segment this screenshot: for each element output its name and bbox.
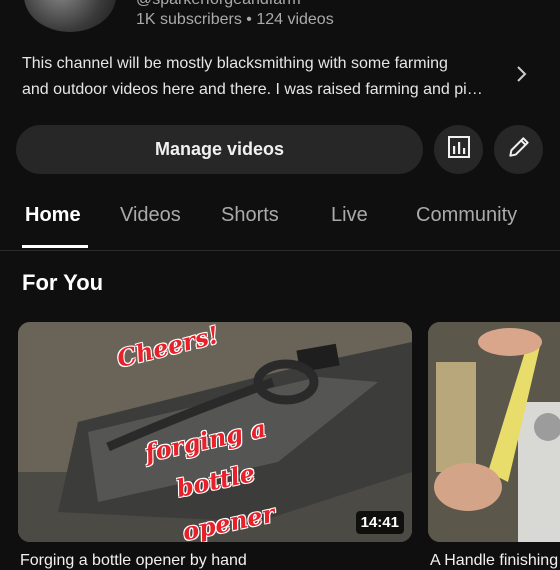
active-tab-indicator xyxy=(22,245,88,248)
description-line-1: This channel will be mostly blacksmithin… xyxy=(22,55,448,72)
tab-home[interactable]: Home xyxy=(25,204,81,227)
chevron-right-icon[interactable] xyxy=(512,62,532,86)
manage-videos-button[interactable]: Manage videos xyxy=(16,125,423,174)
tab-live[interactable]: Live xyxy=(331,204,368,227)
channel-stats: 1K subscribers • 124 videos xyxy=(136,11,334,28)
tab-videos[interactable]: Videos xyxy=(120,204,181,227)
video-thumbnail[interactable]: Cheers! forging a bottle opener 14:41 xyxy=(18,322,412,542)
thumbnail-image xyxy=(428,322,560,542)
video-title[interactable]: A Handle finishing xyxy=(430,552,558,570)
video-thumbnail[interactable] xyxy=(428,322,560,542)
section-title: For You xyxy=(22,270,104,295)
pencil-icon xyxy=(506,134,532,165)
video-title[interactable]: Forging a bottle opener by hand xyxy=(20,552,247,570)
analytics-icon xyxy=(447,135,471,164)
channel-tabs: Home Videos Shorts Live Community xyxy=(0,196,560,251)
analytics-button[interactable] xyxy=(434,125,483,174)
edit-button[interactable] xyxy=(494,125,543,174)
channel-description[interactable]: This channel will be mostly blacksmithin… xyxy=(22,51,502,103)
tab-shorts[interactable]: Shorts xyxy=(221,204,279,227)
channel-handle: @sparkerforgeandfarm xyxy=(136,0,301,9)
video-duration: 14:41 xyxy=(355,511,404,534)
tab-community[interactable]: Community xyxy=(416,204,517,227)
channel-avatar[interactable] xyxy=(24,0,116,32)
description-line-2: and outdoor videos here and there. I was… xyxy=(22,81,483,98)
